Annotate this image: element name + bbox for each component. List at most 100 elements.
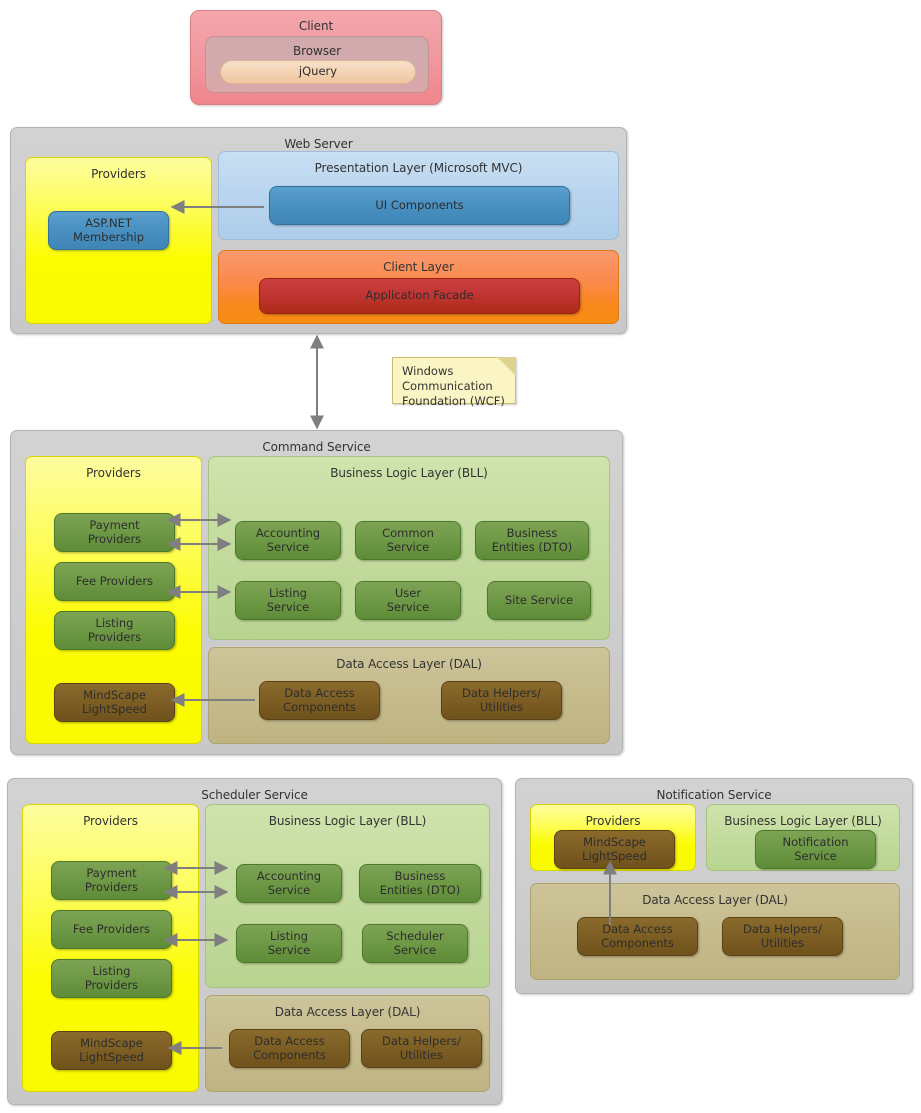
scheduler-service-title: Scheduler Service	[201, 788, 308, 802]
web-server-container[interactable]: Web Server Providers ASP.NET Membership …	[10, 127, 627, 334]
data-helpers-utilities-box[interactable]: Data Helpers/Utilities	[361, 1029, 482, 1068]
scheduler-service-container[interactable]: Scheduler Service Providers Payment Provi…	[7, 778, 502, 1105]
business-entities-box[interactable]: Business Entities (DTO)	[475, 521, 589, 560]
command-dal-container[interactable]: Data Access Layer (DAL) Data Access Compo…	[208, 647, 610, 744]
user-service-box[interactable]: User Service	[355, 581, 461, 620]
leaf-line2: LightSpeed	[82, 701, 147, 716]
command-providers-container[interactable]: Providers Payment Providers Fee Providers…	[25, 456, 202, 744]
listing-service-box[interactable]: Listing Service	[235, 581, 341, 620]
aspnet-membership-line2: Membership	[72, 229, 145, 244]
presentation-layer[interactable]: Presentation Layer (Microsoft MVC) UI Co…	[218, 151, 619, 240]
fee-providers-box[interactable]: Fee Providers	[51, 910, 172, 949]
client-title: Client	[298, 19, 334, 33]
data-helpers-utilities-box[interactable]: Data Helpers/Utilities	[722, 917, 843, 956]
presentation-layer-title: Presentation Layer (Microsoft MVC)	[314, 161, 523, 175]
payment-providers-box[interactable]: Payment Providers	[51, 861, 172, 900]
providers-title: Providers	[91, 167, 146, 181]
ui-components-box[interactable]: UI Components	[269, 186, 570, 225]
leaf-line2: Components	[283, 699, 356, 714]
command-service-container[interactable]: Command Service Providers Payment Provide…	[10, 430, 623, 755]
providers-title: Providers	[585, 814, 641, 828]
notification-service-title: Notification Service	[656, 788, 772, 802]
leaf-line1: Notification	[782, 835, 849, 849]
web-server-providers-container[interactable]: Providers ASP.NET Membership	[25, 157, 212, 324]
browser-title: Browser	[293, 44, 341, 58]
leaf-line1: Listing	[92, 964, 131, 978]
leaf-line2: Service	[266, 599, 310, 614]
scheduler-bll-container[interactable]: Business Logic Layer (BLL) Accounting Ser…	[205, 804, 490, 988]
leaf-line1: Data Access	[284, 686, 355, 700]
leaf-line2: Service	[266, 539, 310, 554]
leaf-line2: Components	[253, 1047, 326, 1062]
leaf-line1: Payment	[89, 518, 140, 532]
data-access-components-box[interactable]: Data Access Components	[259, 681, 380, 720]
leaf-line2: Providers	[87, 629, 142, 644]
leaf-line1: MindScape	[80, 1036, 143, 1050]
listing-service-box[interactable]: Listing Service	[236, 924, 342, 963]
command-bll-container[interactable]: Business Logic Layer (BLL) Accounting Ser…	[208, 456, 610, 640]
leaf-line2: Entities (DTO)	[379, 882, 461, 897]
leaf-line2: Service	[386, 539, 430, 554]
data-access-components-box[interactable]: Data Access Components	[577, 917, 698, 956]
leaf-line2: LightSpeed	[79, 1049, 144, 1064]
wcf-note-line1: Windows	[402, 364, 454, 378]
accounting-service-box[interactable]: Accounting Service	[235, 521, 341, 560]
leaf-line1: Data Access	[254, 1034, 325, 1048]
data-helpers-utilities-box[interactable]: Data Helpers/Utilities	[441, 681, 562, 720]
leaf-line1: Listing	[95, 616, 134, 630]
wcf-note[interactable]: Windows Communication Foundation (WCF)	[392, 357, 516, 408]
mindscape-lightspeed-box[interactable]: MindScape LightSpeed	[51, 1031, 172, 1070]
leaf-line1: MindScape	[83, 688, 146, 702]
leaf-line1: Data Helpers/	[742, 922, 822, 936]
dal-title: Data Access Layer (DAL)	[642, 893, 788, 907]
leaf-line1: Accounting	[256, 869, 322, 883]
providers-title: Providers	[86, 466, 141, 480]
providers-title: Providers	[83, 814, 138, 828]
leaf-line1: User	[394, 586, 422, 600]
listing-providers-box[interactable]: Listing Providers	[51, 959, 172, 998]
mindscape-lightspeed-box[interactable]: MindScape LightSpeed	[554, 830, 675, 869]
leaf-line2: Utilities	[760, 935, 805, 950]
leaf-line2: Providers	[87, 531, 142, 546]
leaf-line1: Listing	[269, 586, 307, 600]
leaf-line2: Service	[393, 942, 437, 957]
common-service-box[interactable]: Common Service	[355, 521, 461, 560]
leaf-line2: Service	[267, 882, 311, 897]
listing-providers-box[interactable]: Listing Providers	[54, 611, 175, 650]
scheduler-dal-container[interactable]: Data Access Layer (DAL) Data Access Compo…	[205, 995, 490, 1092]
jquery-box[interactable]: jQuery	[220, 60, 416, 84]
site-service-box[interactable]: Site Service	[487, 581, 591, 620]
notification-service-box[interactable]: Notification Service	[755, 830, 876, 869]
leaf-line2: LightSpeed	[582, 848, 647, 863]
accounting-service-box[interactable]: Accounting Service	[236, 864, 342, 903]
fee-providers-box[interactable]: Fee Providers	[54, 562, 175, 601]
data-access-components-box[interactable]: Data Access Components	[229, 1029, 350, 1068]
command-service-title: Command Service	[262, 440, 371, 454]
leaf-line1: Data Helpers/	[461, 686, 541, 700]
application-facade-box[interactable]: Application Facade	[259, 278, 580, 314]
leaf-line2: Service	[386, 599, 430, 614]
client-layer-container[interactable]: Client Layer Application Facade	[218, 250, 619, 324]
notification-dal-container[interactable]: Data Access Layer (DAL) Data Access Compo…	[530, 883, 900, 980]
notification-providers-container[interactable]: Providers MindScape LightSpeed	[530, 804, 696, 871]
leaf-line2: Utilities	[399, 1047, 444, 1062]
scheduler-service-box[interactable]: Scheduler Service	[362, 924, 468, 963]
wcf-note-line2: Communication	[402, 379, 493, 393]
browser-container[interactable]: Browser jQuery	[205, 36, 429, 93]
mindscape-lightspeed-box[interactable]: MindScape LightSpeed	[54, 683, 175, 722]
leaf-line2: Providers	[84, 879, 139, 894]
business-entities-box[interactable]: Business Entities (DTO)	[359, 864, 481, 903]
notification-service-container[interactable]: Notification Service Providers MindScape…	[515, 778, 913, 994]
payment-providers-box[interactable]: Payment Providers	[54, 513, 175, 552]
bll-title: Business Logic Layer (BLL)	[724, 814, 882, 828]
leaf-line1: Scheduler	[386, 929, 444, 943]
client-layer-title: Client Layer	[383, 260, 454, 274]
leaf-line1: Business	[506, 526, 558, 540]
web-server-title: Web Server	[284, 137, 353, 151]
leaf-line1: Listing	[270, 929, 308, 943]
client-container[interactable]: Client Browser jQuery	[190, 10, 442, 105]
scheduler-providers-container[interactable]: Providers Payment Providers Fee Providers…	[22, 804, 199, 1092]
notification-bll-container[interactable]: Business Logic Layer (BLL) Notification S…	[706, 804, 900, 871]
leaf-line1: Accounting	[255, 526, 321, 540]
aspnet-membership-box[interactable]: ASP.NET Membership	[48, 211, 169, 250]
